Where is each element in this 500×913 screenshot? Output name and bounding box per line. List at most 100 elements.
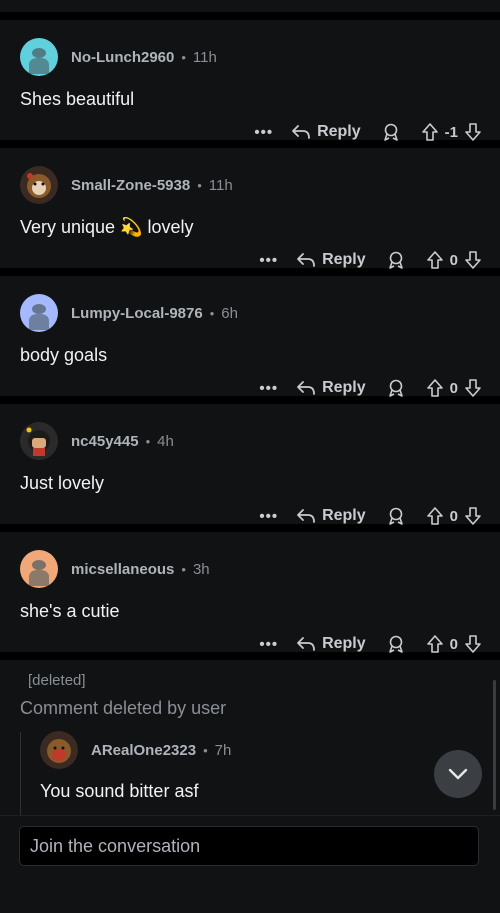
vote-control: 0: [426, 634, 482, 654]
separator-dot: •: [203, 742, 208, 758]
downvote-icon[interactable]: [464, 122, 482, 142]
scrollbar[interactable]: [493, 680, 496, 810]
avatar[interactable]: [20, 294, 58, 332]
award-button[interactable]: [386, 506, 406, 526]
comment-card: micsellaneous • 3h she's a cutie ••• Rep…: [0, 532, 500, 653]
reply-label: Reply: [322, 379, 366, 396]
more-dots-icon[interactable]: •••: [259, 636, 278, 653]
avatar[interactable]: [40, 731, 78, 769]
separator-dot: •: [181, 561, 186, 577]
separator-dot: •: [145, 433, 151, 449]
award-icon: [388, 379, 403, 397]
reply-label: Reply: [322, 251, 366, 268]
reply-button[interactable]: Reply: [291, 123, 361, 141]
username[interactable]: No-Lunch2960: [71, 49, 174, 66]
username[interactable]: Small-Zone-5938: [71, 177, 190, 194]
vote-score: 0: [449, 635, 458, 653]
vote-control: 0: [426, 506, 482, 526]
comment-actions: ••• Reply 0: [259, 504, 482, 528]
downvote-icon[interactable]: [464, 378, 482, 398]
comment-card: nc45y445 • 4h Just lovely ••• Reply 0: [0, 404, 500, 525]
comment-text: Very unique 💫 lovely: [20, 217, 194, 237]
comment-text: she's a cutie: [20, 601, 120, 621]
separator-dot: •: [197, 177, 202, 193]
comment-actions: ••• Reply 0: [259, 632, 482, 656]
reply-label: Reply: [322, 507, 366, 524]
more-dots-icon[interactable]: •••: [259, 380, 278, 397]
award-button[interactable]: [386, 250, 406, 270]
timestamp: 11h: [192, 48, 217, 66]
award-button[interactable]: [386, 378, 406, 398]
reply-arrow-icon: [297, 381, 315, 395]
composer-bar: Join the conversation: [0, 815, 500, 913]
downvote-icon[interactable]: [464, 250, 482, 270]
separator-dot: •: [209, 305, 215, 321]
avatar[interactable]: [20, 166, 58, 204]
timestamp: 11h: [208, 176, 233, 194]
avatar[interactable]: [20, 550, 58, 588]
thread-line[interactable]: [20, 732, 21, 817]
award-icon: [388, 251, 403, 269]
vote-control: 0: [426, 250, 482, 270]
comment-card: No-Lunch2960 • 11h Shes beautiful ••• Re…: [0, 20, 500, 141]
chevron-down-icon: [448, 768, 468, 780]
more-dots-icon[interactable]: •••: [254, 124, 273, 141]
composer-placeholder: Join the conversation: [30, 835, 201, 856]
reply-arrow-icon: [297, 637, 315, 651]
reply-button[interactable]: Reply: [296, 251, 366, 269]
reply-text: You sound bitter asf: [40, 781, 199, 801]
deleted-comment-card: [deleted] Comment deleted by user ARealO…: [0, 660, 500, 820]
comment-card: Lumpy-Local-9876 • 6h body goals ••• Rep…: [0, 276, 500, 398]
timestamp: 6h: [221, 304, 238, 322]
upvote-icon[interactable]: [426, 378, 444, 398]
reply-arrow-icon: [297, 253, 315, 267]
comment-text: Shes beautiful: [20, 89, 135, 109]
reply-button[interactable]: Reply: [296, 635, 366, 653]
scroll-down-button[interactable]: [434, 750, 482, 798]
timestamp: 4h: [157, 432, 174, 450]
comment-text: Just lovely: [20, 473, 105, 493]
deleted-tag: [deleted]: [28, 672, 86, 689]
upvote-icon[interactable]: [421, 122, 439, 142]
username[interactable]: Lumpy-Local-9876: [71, 305, 203, 322]
award-button[interactable]: [386, 634, 406, 654]
upvote-icon[interactable]: [426, 634, 444, 654]
join-conversation-input[interactable]: Join the conversation: [19, 826, 479, 866]
comment-card: Small-Zone-5938 • 11h Very unique 💫 love…: [0, 148, 500, 269]
avatar[interactable]: [20, 422, 58, 460]
upvote-icon[interactable]: [426, 506, 444, 526]
username[interactable]: micsellaneous: [71, 561, 174, 578]
username[interactable]: ARealOne2323: [91, 742, 196, 759]
vote-control: -1: [421, 122, 482, 142]
award-icon: [383, 123, 398, 141]
vote-score: -1: [444, 123, 458, 141]
comment-header: No-Lunch2960 • 11h: [20, 37, 217, 77]
award-icon: [388, 507, 403, 525]
more-dots-icon[interactable]: •••: [259, 508, 278, 525]
comment-text: body goals: [20, 345, 108, 365]
vote-score: 0: [449, 507, 458, 525]
award-button[interactable]: [381, 122, 401, 142]
reply-header: ARealOne2323 • 7h: [40, 730, 231, 770]
downvote-icon[interactable]: [464, 634, 482, 654]
reply-label: Reply: [322, 635, 366, 652]
timestamp: 7h: [214, 741, 232, 759]
comment-actions: ••• Reply -1: [254, 120, 482, 144]
downvote-icon[interactable]: [464, 506, 482, 526]
more-dots-icon[interactable]: •••: [259, 252, 278, 269]
comment-header: Small-Zone-5938 • 11h: [20, 165, 233, 205]
deleted-message: Comment deleted by user: [20, 698, 227, 718]
upvote-icon[interactable]: [426, 250, 444, 270]
avatar[interactable]: [20, 38, 58, 76]
comment-header: micsellaneous • 3h: [20, 549, 210, 589]
reply-button[interactable]: Reply: [296, 379, 366, 397]
reply-button[interactable]: Reply: [296, 507, 366, 525]
username[interactable]: nc45y445: [71, 433, 139, 450]
comment-actions: ••• Reply 0: [259, 248, 482, 272]
comment-header: Lumpy-Local-9876 • 6h: [20, 293, 238, 333]
previous-comment-edge: [0, 0, 500, 12]
comment-header: nc45y445 • 4h: [20, 421, 174, 461]
reply-arrow-icon: [292, 125, 310, 139]
reply-arrow-icon: [297, 509, 315, 523]
award-icon: [388, 635, 403, 653]
